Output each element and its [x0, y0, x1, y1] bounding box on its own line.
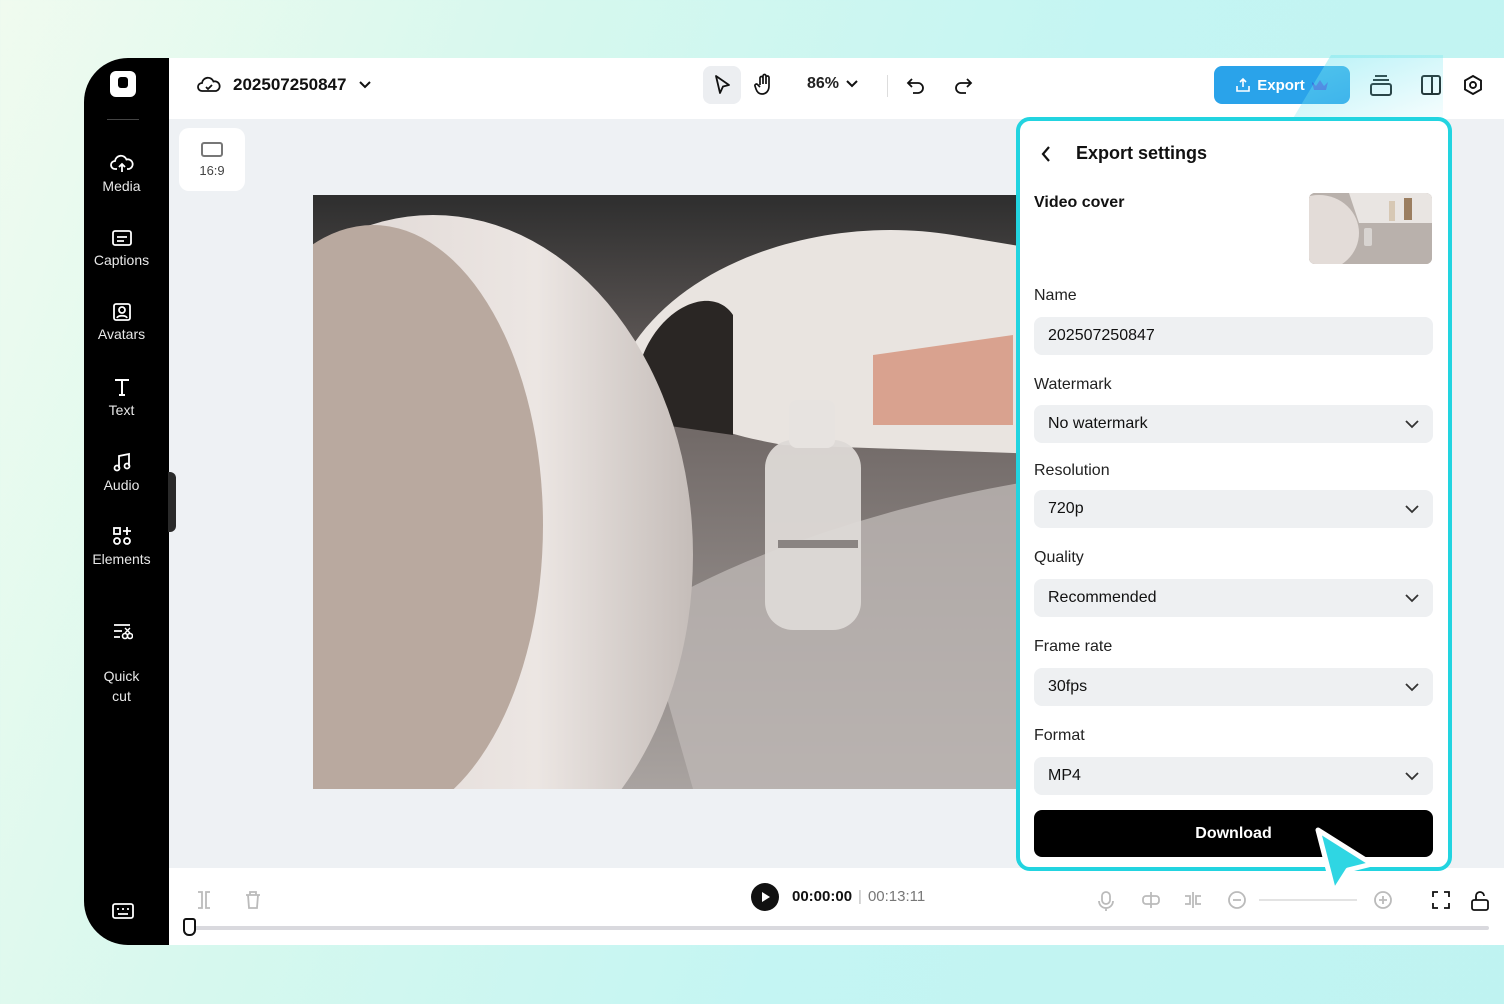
chevron-down-icon	[359, 81, 372, 89]
mouse-cursor-icon	[1315, 827, 1375, 895]
name-input[interactable]: 202507250847	[1034, 317, 1433, 355]
aspect-ratio-label: 16:9	[199, 163, 225, 178]
watermark-value: No watermark	[1048, 415, 1148, 432]
avatar-icon	[112, 303, 131, 321]
play-button[interactable]	[751, 883, 779, 911]
redo-button[interactable]	[944, 66, 982, 104]
watermark-label: Watermark	[1034, 376, 1112, 393]
aspect-ratio-icon	[201, 142, 223, 157]
hand-tool-button[interactable]	[745, 66, 783, 104]
sidebar: Media Captions Avatars Text Audio Elemen…	[84, 58, 169, 945]
sidebar-item-elements[interactable]: Elements	[84, 525, 159, 567]
select-tool-button[interactable]	[703, 66, 741, 104]
sidebar-item-label: Captions	[93, 252, 150, 268]
framerate-value: 30fps	[1048, 678, 1088, 695]
download-label: Download	[1195, 824, 1272, 842]
cover-image	[1309, 193, 1432, 264]
video-frame-image	[313, 195, 1073, 789]
sidebar-item-avatars[interactable]: Avatars	[84, 302, 159, 342]
chevron-down-icon	[1405, 682, 1419, 691]
panel-title: Export settings	[1076, 143, 1208, 163]
watermark-select[interactable]: No watermark	[1034, 405, 1433, 443]
project-name: 202507250847	[233, 75, 347, 94]
timeline-bar: 00:00:00 | 00:13:11	[169, 868, 1504, 945]
hand-icon	[754, 73, 770, 95]
total-duration: 00:13:11	[867, 888, 926, 905]
sidebar-item-label: Audio	[103, 477, 140, 493]
app-logo[interactable]	[110, 71, 136, 97]
pointer-icon	[715, 75, 730, 94]
chevron-down-icon	[1405, 504, 1419, 513]
sidebar-item-label: Elements	[92, 551, 151, 567]
playhead-handle[interactable]	[183, 918, 196, 936]
export-settings-panel: Export settings Video cover Name 2025072…	[1016, 117, 1452, 871]
sidebar-divider	[107, 119, 139, 120]
sidebar-item-captions[interactable]: Captions	[84, 228, 159, 268]
cloud-sync-icon	[197, 76, 221, 92]
unlock-icon[interactable]	[1470, 890, 1490, 912]
playback-time: 00:00:00 | 00:13:11	[792, 888, 925, 905]
split-clip-icon[interactable]	[195, 890, 213, 910]
undo-icon	[906, 78, 924, 94]
quality-label: Quality	[1034, 549, 1084, 566]
timeline-track[interactable]	[189, 926, 1489, 930]
resolution-select[interactable]: 720p	[1034, 490, 1433, 528]
video-cover-label: Video cover	[1034, 194, 1125, 211]
elements-icon	[112, 527, 131, 545]
music-icon	[113, 452, 130, 472]
video-cover-thumbnail[interactable]	[1309, 193, 1432, 264]
chevron-down-icon	[846, 80, 859, 88]
project-title[interactable]: 202507250847	[197, 74, 372, 96]
chevron-down-icon	[1405, 771, 1419, 780]
resolution-value: 720p	[1048, 500, 1084, 517]
sidebar-collapse-handle[interactable]	[168, 472, 176, 532]
sidebar-item-label: Avatars	[97, 326, 146, 342]
settings-icon[interactable]	[1462, 74, 1484, 96]
aspect-ratio-button[interactable]: 16:9	[179, 128, 245, 191]
zoom-value: 86%	[807, 75, 840, 92]
format-label: Format	[1034, 727, 1085, 744]
fullscreen-icon[interactable]	[1431, 890, 1451, 910]
quality-value: Recommended	[1048, 589, 1157, 606]
zoom-slider[interactable]	[1259, 899, 1357, 901]
back-arrow-icon[interactable]	[1040, 145, 1052, 163]
framerate-select[interactable]: 30fps	[1034, 668, 1433, 706]
delete-icon[interactable]	[244, 890, 262, 910]
zoom-out-icon[interactable]	[1227, 890, 1247, 910]
chevron-down-icon	[1405, 593, 1419, 602]
cloud-upload-icon	[109, 154, 134, 172]
format-select[interactable]: MP4	[1034, 757, 1433, 795]
sidebar-item-audio[interactable]: Audio	[84, 451, 159, 493]
toolbar-divider	[887, 75, 888, 97]
undo-button[interactable]	[897, 66, 935, 104]
sidebar-item-quick-cut[interactable]: Quick cut	[84, 600, 159, 706]
redo-icon	[955, 78, 973, 94]
format-value: MP4	[1048, 767, 1081, 784]
sidebar-item-label: Text	[108, 402, 135, 418]
keyboard-icon[interactable]	[111, 901, 135, 921]
share-upload-icon	[1236, 77, 1251, 92]
quick-cut-icon	[113, 624, 133, 640]
current-time: 00:00:00	[792, 888, 853, 905]
quality-select[interactable]: Recommended	[1034, 579, 1433, 617]
video-preview[interactable]	[313, 195, 1073, 789]
name-value: 202507250847	[1048, 327, 1155, 344]
chevron-down-icon	[1405, 419, 1419, 428]
microphone-icon[interactable]	[1098, 890, 1114, 912]
export-label: Export	[1257, 76, 1305, 94]
sidebar-item-text[interactable]: Text	[84, 376, 159, 418]
split-screen-icon[interactable]	[1182, 890, 1204, 910]
text-icon	[114, 379, 129, 396]
zoom-select[interactable]: 86%	[807, 75, 859, 93]
name-label: Name	[1034, 287, 1077, 304]
resolution-label: Resolution	[1034, 462, 1110, 479]
sidebar-item-label: Quick cut	[103, 668, 140, 704]
sidebar-item-label: Media	[102, 178, 141, 194]
sidebar-item-media[interactable]: Media	[84, 152, 159, 194]
framerate-label: Frame rate	[1034, 638, 1113, 655]
panel-header: Export settings	[1040, 143, 1207, 164]
captions-icon	[111, 230, 132, 246]
time-separator: |	[858, 888, 862, 905]
magnet-snap-icon[interactable]	[1140, 890, 1162, 910]
